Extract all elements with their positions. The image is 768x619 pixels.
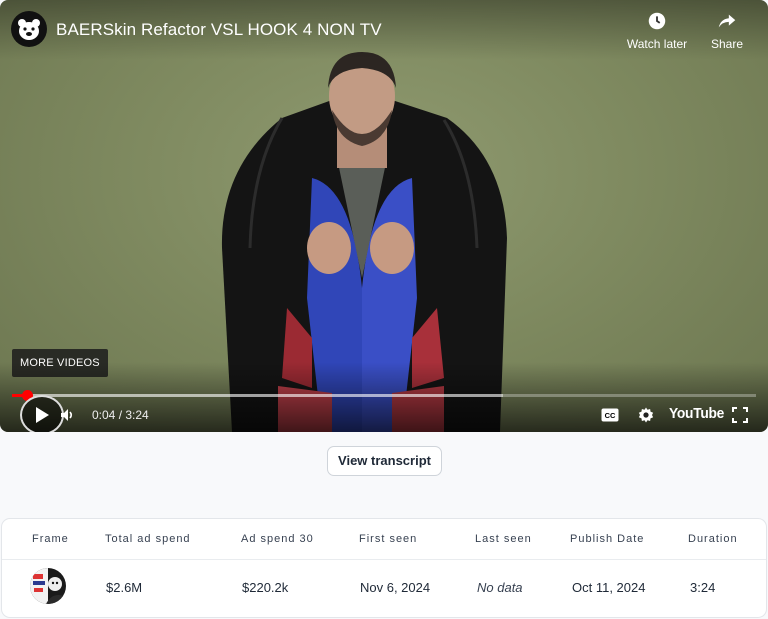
header-total-ad-spend: Total ad spend [105,533,191,545]
video-player[interactable]: BAERSkin Refactor VSL HOOK 4 NON TV Watc… [0,0,768,432]
header-publish-date: Publish Date [570,533,645,545]
settings-button[interactable] [636,402,656,428]
header-frame: Frame [32,533,69,545]
buffer-bar [12,394,504,397]
cell-total-ad-spend: $2.6M [106,580,143,595]
share-label: Share [710,37,744,51]
fullscreen-button[interactable] [730,402,750,428]
volume-button[interactable] [58,402,78,428]
captions-button[interactable]: CC [600,402,620,428]
header-divider [2,559,766,560]
header-first-seen: First seen [359,533,418,545]
header-last-seen: Last seen [475,533,532,545]
watch-later-button[interactable]: Watch later [625,10,689,51]
cell-publish-date: Oct 11, 2024 [572,580,646,595]
cell-first-seen: Nov 6, 2024 [360,580,431,595]
share-button[interactable]: Share [695,10,759,51]
cell-ad-spend-30: $220.2k [242,580,289,595]
frame-thumbnail[interactable] [30,568,66,604]
svg-text:CC: CC [605,411,616,420]
ad-stats-table: Frame Total ad spend Ad spend 30 First s… [1,518,767,618]
progress-bar[interactable] [12,390,756,401]
cell-last-seen: No data [477,580,523,595]
video-title[interactable]: BAERSkin Refactor VSL HOOK 4 NON TV [56,20,382,40]
cell-duration: 3:24 [690,580,716,595]
cc-icon: CC [601,408,619,422]
view-transcript-button[interactable]: View transcript [327,446,442,476]
header-ad-spend-30: Ad spend 30 [241,533,314,545]
player-controls: 0:04 / 3:24 CC [0,395,768,432]
watch-later-label: Watch later [626,37,688,51]
youtube-logo[interactable]: YouTube [669,405,724,422]
clock-icon [648,12,666,30]
time-display: 0:04 / 3:24 [92,408,149,422]
header-duration: Duration [688,533,738,545]
fullscreen-icon [732,407,748,423]
play-icon [36,407,49,423]
volume-icon [61,409,73,421]
share-arrow-icon [718,14,736,28]
bear-avatar-icon[interactable] [11,11,47,47]
gear-icon [638,407,654,423]
